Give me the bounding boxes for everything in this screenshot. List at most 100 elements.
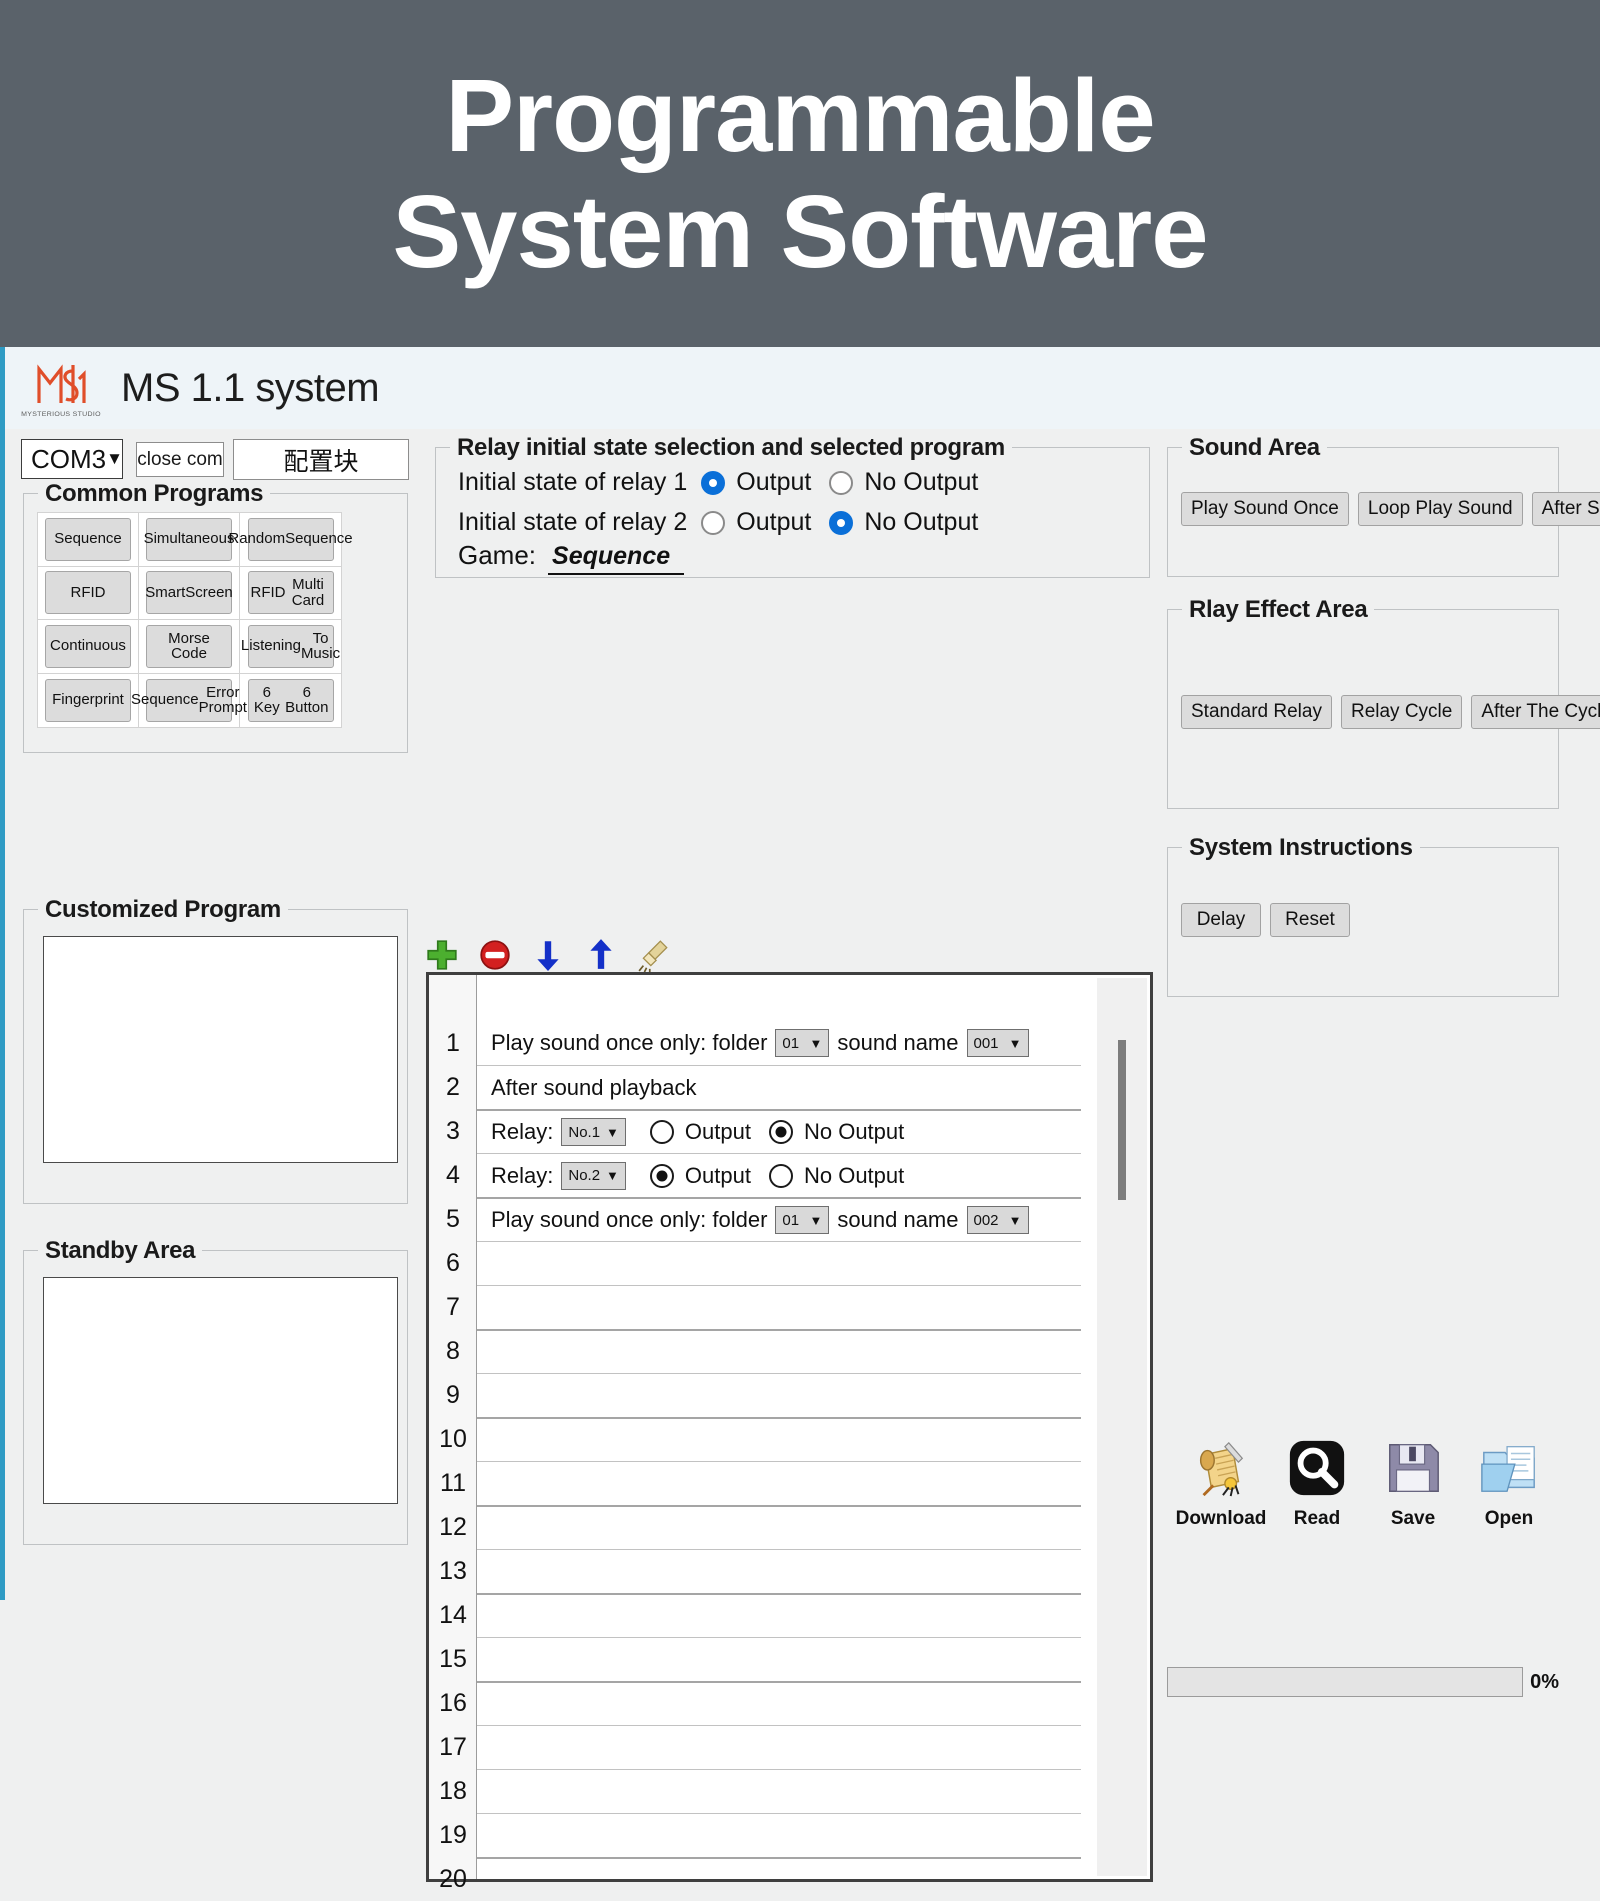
customized-program-panel: Customized Program xyxy=(23,896,408,1204)
open-action[interactable]: Open xyxy=(1463,1437,1555,1530)
row3-no-output-radio[interactable] xyxy=(768,1120,793,1144)
ms-monogram-icon xyxy=(37,363,86,403)
table-row[interactable] xyxy=(477,1769,1081,1813)
standby-area-list[interactable] xyxy=(43,1277,398,1504)
relay2-no-output-radio[interactable] xyxy=(829,510,854,535)
program-button-morse-code[interactable]: Morse Code xyxy=(146,624,232,668)
relay2-row: Initial state of relay 2 Output No Outpu… xyxy=(458,508,996,537)
after-the-cycle-relay-button[interactable]: After The Cycle Relay xyxy=(1471,695,1600,729)
reset-button[interactable]: Reset xyxy=(1270,903,1350,937)
table-row[interactable] xyxy=(477,1857,1081,1879)
table-row[interactable] xyxy=(477,1549,1081,1593)
table-row[interactable] xyxy=(477,1637,1081,1681)
open-label: Open xyxy=(1484,1508,1534,1529)
row4-text: Relay: xyxy=(491,1162,554,1188)
table-row[interactable]: Play sound once only: folder 01 ▼ sound … xyxy=(477,1197,1081,1241)
table-row[interactable]: Relay: No.2 ▼ Output No Output xyxy=(477,1153,1081,1197)
program-button-rfid-multi-card[interactable]: RFID Multi Card xyxy=(247,571,334,615)
play-sound-once-button[interactable]: Play Sound Once xyxy=(1181,492,1349,526)
row-number: 20 xyxy=(439,1864,467,1893)
row5-folder-select[interactable]: 01 ▼ xyxy=(775,1206,830,1234)
table-row[interactable] xyxy=(477,1461,1081,1505)
row1-text-middle: sound name xyxy=(837,1030,959,1055)
table-row[interactable] xyxy=(477,1417,1081,1461)
table-row[interactable]: Relay: No.1 ▼ Output No Output xyxy=(477,1109,1081,1153)
row-number: 1 xyxy=(446,1028,460,1057)
download-label: Download xyxy=(1175,1508,1267,1529)
system-instructions-buttons: Delay Reset xyxy=(1181,903,1350,937)
save-action[interactable]: Save xyxy=(1367,1437,1459,1530)
program-button-rfid[interactable]: RFID xyxy=(45,571,131,615)
program-cell: RFID xyxy=(38,566,139,620)
progress-bar-row: 0% xyxy=(1167,1667,1559,1697)
close-com-button[interactable]: close com xyxy=(136,442,224,477)
clear-broom-icon[interactable] xyxy=(637,938,671,972)
row-number-column: 1 2 3 4 5 6 7 8 9 10 11 12 13 14 15 16 1… xyxy=(429,975,477,1893)
program-button-sequence[interactable]: Sequence xyxy=(45,517,131,561)
standard-relay-button[interactable]: Standard Relay xyxy=(1181,695,1332,729)
read-action[interactable]: Read xyxy=(1271,1437,1363,1530)
row-number: 18 xyxy=(439,1776,467,1805)
row3-output-label: Output xyxy=(684,1119,751,1144)
row3-output-radio[interactable] xyxy=(649,1120,674,1144)
program-cell: Random Sequence xyxy=(228,513,353,567)
relay1-no-output-radio[interactable] xyxy=(829,470,854,495)
program-button-listening-to-music[interactable]: Listening To Music xyxy=(241,624,340,668)
config-block-button[interactable]: 配置块 xyxy=(233,439,409,480)
table-row[interactable] xyxy=(477,1681,1081,1725)
table-row[interactable] xyxy=(477,1285,1081,1329)
program-button-continuous[interactable]: Continuous xyxy=(45,624,131,668)
game-value[interactable]: Sequence xyxy=(548,542,685,575)
relay-cycle-button[interactable]: Relay Cycle xyxy=(1340,695,1463,729)
program-cell: Fingerprint xyxy=(38,673,139,727)
after-sound-play-button[interactable]: After Sound Play xyxy=(1531,492,1600,526)
table-row[interactable] xyxy=(477,1813,1081,1857)
chevron-down-icon: ▼ xyxy=(1008,1035,1022,1051)
row5-sound-name-select[interactable]: 002 ▼ xyxy=(966,1206,1029,1234)
row-number: 2 xyxy=(446,1072,460,1101)
table-row[interactable] xyxy=(477,1725,1081,1769)
row1-sound-name-select[interactable]: 001 ▼ xyxy=(966,1029,1029,1057)
loop-play-sound-button[interactable]: Loop Play Sound xyxy=(1357,492,1523,526)
program-button-sequence-error-prompt[interactable]: Sequence Error Prompt xyxy=(131,678,247,722)
com-port-value: COM3 xyxy=(31,443,107,474)
row-number: 13 xyxy=(439,1556,467,1585)
relay2-output-radio[interactable] xyxy=(701,510,726,535)
delay-button[interactable]: Delay xyxy=(1181,903,1261,937)
program-cell: 6 Key 6 Button xyxy=(240,674,341,728)
table-row[interactable]: Play sound once only: folder 01 ▼ sound … xyxy=(477,1021,1081,1065)
row3-no-output-label: No Output xyxy=(803,1119,905,1144)
program-list-scrollbar[interactable] xyxy=(1097,978,1147,1876)
scrollbar-thumb[interactable] xyxy=(1118,1040,1126,1200)
row3-text: Relay: xyxy=(491,1119,554,1144)
table-row[interactable] xyxy=(477,1241,1081,1285)
remove-icon[interactable] xyxy=(478,938,512,972)
table-row[interactable]: After sound playback xyxy=(477,1065,1081,1109)
program-button-6key-6button[interactable]: 6 Key 6 Button xyxy=(247,678,334,722)
program-button-random-sequence[interactable]: Random Sequence xyxy=(228,517,353,561)
com-port-select[interactable]: COM3 ▼ xyxy=(21,439,123,479)
table-row[interactable] xyxy=(477,1329,1081,1373)
sound-area-title: Sound Area xyxy=(1182,434,1327,462)
row4-relay-select[interactable]: No.2 ▼ xyxy=(561,1161,626,1190)
program-button-simultaneous[interactable]: Simultaneous xyxy=(144,517,234,561)
banner-title-line-1: Programmable xyxy=(445,58,1155,174)
row1-folder-select[interactable]: 01 ▼ xyxy=(775,1029,830,1057)
program-button-fingerprint[interactable]: Fingerprint xyxy=(45,678,131,722)
relay2-label: Initial state of relay 2 xyxy=(458,508,688,536)
program-button-smart-screen[interactable]: Smart Screen xyxy=(145,571,233,615)
row4-no-output-radio[interactable] xyxy=(768,1163,793,1188)
relay1-output-radio[interactable] xyxy=(701,470,726,495)
table-row[interactable] xyxy=(477,1505,1081,1549)
relay1-label: Initial state of relay 1 xyxy=(458,468,688,496)
row4-output-radio[interactable] xyxy=(649,1163,674,1188)
add-icon[interactable] xyxy=(425,938,459,972)
move-up-icon[interactable] xyxy=(584,938,618,972)
program-cell: Smart Screen xyxy=(139,566,240,620)
common-programs-panel: Common Programs Sequence Simultaneous Ra… xyxy=(23,480,408,753)
move-down-icon[interactable] xyxy=(531,938,565,972)
customized-program-list[interactable] xyxy=(43,936,398,1163)
row3-relay-select[interactable]: No.1 ▼ xyxy=(561,1118,626,1146)
table-row[interactable] xyxy=(477,1373,1081,1417)
download-action[interactable]: Download xyxy=(1175,1437,1267,1530)
